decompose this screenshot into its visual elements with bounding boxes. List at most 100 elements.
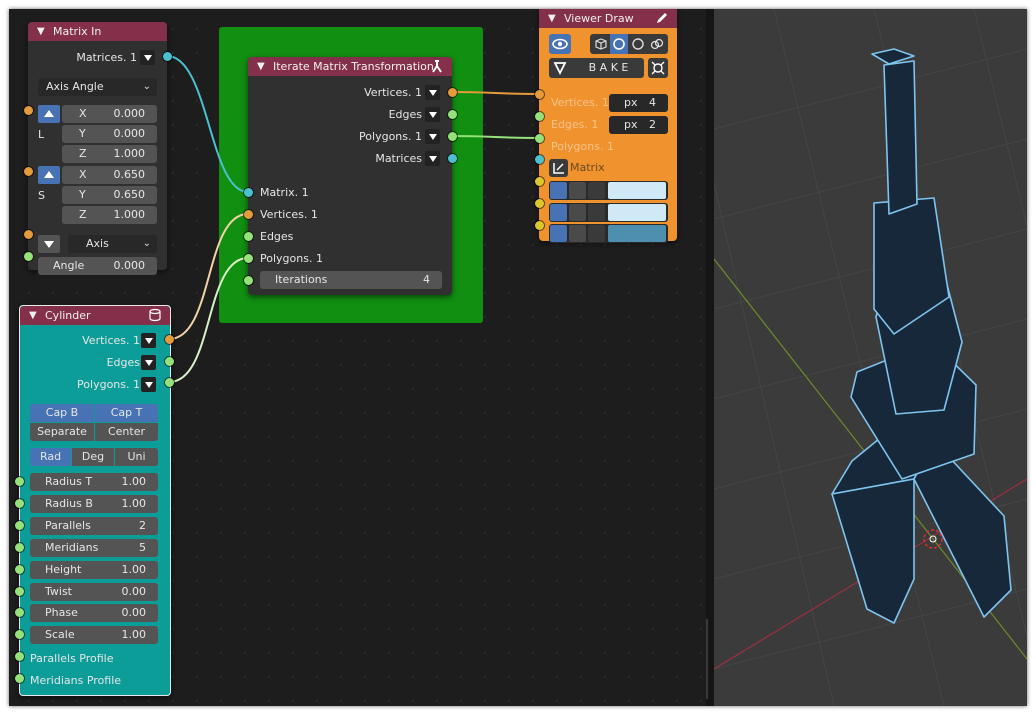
scale-input-socket[interactable]: [24, 167, 33, 176]
phase-input-socket[interactable]: [15, 608, 24, 617]
iter-edges-output-socket[interactable]: [448, 110, 457, 119]
edge-shader-icon[interactable]: [588, 204, 605, 221]
scale-input-socket[interactable]: [15, 630, 24, 639]
viewer-edges-input-socket[interactable]: [535, 112, 544, 121]
edge-color-row[interactable]: [549, 203, 668, 222]
face-color-swatch[interactable]: [608, 225, 666, 242]
collapse-chevron-icon[interactable]: ▼: [29, 306, 37, 325]
scale-y-field[interactable]: Y 0.650: [62, 186, 157, 204]
vertex-size-field[interactable]: px 4: [609, 94, 668, 112]
face-color-row[interactable]: [549, 224, 668, 243]
separate-toggle[interactable]: Separate: [30, 423, 94, 441]
collapse-chevron-icon[interactable]: ▼: [257, 57, 265, 76]
output-polygons-dropdown[interactable]: [425, 129, 440, 144]
viewer-polygons-input-socket[interactable]: [535, 134, 544, 143]
divider-handle[interactable]: [706, 619, 708, 699]
matrix-toggle[interactable]: [549, 159, 568, 177]
viewer-draw-node[interactable]: ▼ Viewer Draw B A K E Vertices. 1 px 4 E…: [539, 9, 677, 243]
radius-b-field[interactable]: Radius B 1.00: [30, 495, 158, 513]
cyl-polygons-output-socket[interactable]: [165, 378, 174, 387]
unit-rad-button[interactable]: Rad: [30, 448, 71, 466]
edge-width-field[interactable]: px 2: [609, 116, 668, 134]
radius-b-input-socket[interactable]: [15, 499, 24, 508]
scale-x-field[interactable]: X 0.650: [62, 166, 157, 184]
center-toggle[interactable]: Center: [95, 423, 158, 441]
vertex-color-swatch[interactable]: [608, 182, 666, 199]
cylinder-node[interactable]: ▼ Cylinder Vertices. 1 Edges Polygons. 1…: [19, 305, 171, 696]
viewer-vertices-input-socket[interactable]: [535, 90, 544, 99]
collapse-chevron-icon[interactable]: ▼: [548, 9, 556, 28]
matrices-output-socket[interactable]: [163, 52, 172, 61]
output-edges-dropdown[interactable]: [425, 107, 440, 122]
iterations-field[interactable]: Iterations 4: [260, 271, 442, 289]
scale-z-field[interactable]: Z 1.000: [62, 206, 157, 224]
matrix-in-node[interactable]: ▼ Matrix In Matrices. 1 Axis Angle ⌄ L X0…: [28, 22, 167, 275]
meridians-field[interactable]: Meridians 5: [30, 539, 158, 557]
phase-field[interactable]: Phase 0.00: [30, 604, 158, 622]
parallels-input-socket[interactable]: [15, 521, 24, 530]
loc-z-field[interactable]: Z 1.000: [62, 145, 157, 163]
height-field[interactable]: Height 1.00: [30, 561, 158, 579]
axis-input-socket[interactable]: [24, 230, 33, 239]
output-polygons-dropdown[interactable]: [141, 377, 156, 392]
output-edges-dropdown[interactable]: [141, 355, 156, 370]
angle-field[interactable]: Angle 0.000: [38, 257, 157, 275]
iter-edges-input-socket[interactable]: [244, 232, 253, 241]
twist-input-socket[interactable]: [15, 587, 24, 596]
face-shader-icon[interactable]: [588, 225, 605, 242]
vertex-blend-icon[interactable]: [569, 182, 586, 199]
collapse-chevron-icon[interactable]: ▼: [37, 22, 45, 41]
axis-select[interactable]: Axis ⌄: [68, 235, 157, 253]
cyl-vertices-output-socket[interactable]: [165, 335, 174, 344]
parallels-field[interactable]: Parallels 2: [30, 517, 158, 535]
vertex-color-row[interactable]: [549, 181, 668, 200]
output-dropdown[interactable]: [140, 50, 155, 65]
cylinder-header[interactable]: ▼ Cylinder: [20, 306, 170, 325]
parallels-profile-input-socket[interactable]: [15, 652, 24, 661]
scale-field[interactable]: Scale 1.00: [30, 626, 158, 644]
unit-deg-button[interactable]: Deg: [72, 448, 114, 466]
scale-toggle-button[interactable]: [38, 166, 60, 184]
link-icon[interactable]: [649, 36, 665, 52]
output-matrices-dropdown[interactable]: [425, 151, 440, 166]
radius-t-field[interactable]: Radius T 1.00: [30, 473, 158, 491]
viewer-vertex-color-socket[interactable]: [535, 177, 544, 186]
face-blend-icon[interactable]: [569, 225, 586, 242]
iter-polygons-input-socket[interactable]: [244, 254, 253, 263]
height-input-socket[interactable]: [15, 565, 24, 574]
unit-uni-button[interactable]: Uni: [115, 448, 158, 466]
visibility-toggle[interactable]: [549, 34, 571, 54]
iter-matrix-input-socket[interactable]: [244, 188, 253, 197]
angle-input-socket[interactable]: [24, 252, 33, 261]
vertex-shader-icon[interactable]: [588, 182, 605, 199]
meridians-profile-input-socket[interactable]: [15, 674, 24, 683]
loc-y-field[interactable]: Y 0.000: [62, 125, 157, 143]
area-divider[interactable]: [706, 9, 714, 706]
twist-field[interactable]: Twist 0.00: [30, 583, 158, 601]
iter-matrices-output-socket[interactable]: [448, 154, 457, 163]
cube-icon[interactable]: [593, 36, 609, 52]
3d-viewport[interactable]: [714, 9, 1027, 706]
vertex-show-icon[interactable]: [550, 182, 567, 199]
edge-color-swatch[interactable]: [608, 204, 666, 221]
meridians-input-socket[interactable]: [15, 543, 24, 552]
loc-x-field[interactable]: X 0.000: [62, 105, 157, 123]
viewer-face-color-socket[interactable]: [535, 221, 544, 230]
iter-vertices-input-socket[interactable]: [244, 210, 253, 219]
matrix-in-header[interactable]: ▼ Matrix In: [28, 22, 167, 41]
node-editor[interactable]: ▼ Matrix In Matrices. 1 Axis Angle ⌄ L X0…: [9, 9, 706, 706]
radius-t-input-socket[interactable]: [15, 477, 24, 486]
edge-show-icon[interactable]: [550, 204, 567, 221]
mode-select[interactable]: Axis Angle ⌄: [38, 78, 157, 96]
viewer-matrix-input-socket[interactable]: [535, 155, 544, 164]
output-vertices-dropdown[interactable]: [141, 333, 156, 348]
iter-vertices-output-socket[interactable]: [448, 88, 457, 97]
location-input-socket[interactable]: [24, 106, 33, 115]
iter-polygons-output-socket[interactable]: [448, 132, 457, 141]
circle-icon[interactable]: [630, 36, 646, 52]
location-toggle-button[interactable]: [38, 105, 60, 123]
cap-b-toggle[interactable]: Cap B: [30, 404, 94, 422]
bake-button[interactable]: B A K E: [549, 58, 644, 78]
iter-iterations-input-socket[interactable]: [244, 276, 253, 285]
cyl-edges-output-socket[interactable]: [165, 357, 174, 366]
